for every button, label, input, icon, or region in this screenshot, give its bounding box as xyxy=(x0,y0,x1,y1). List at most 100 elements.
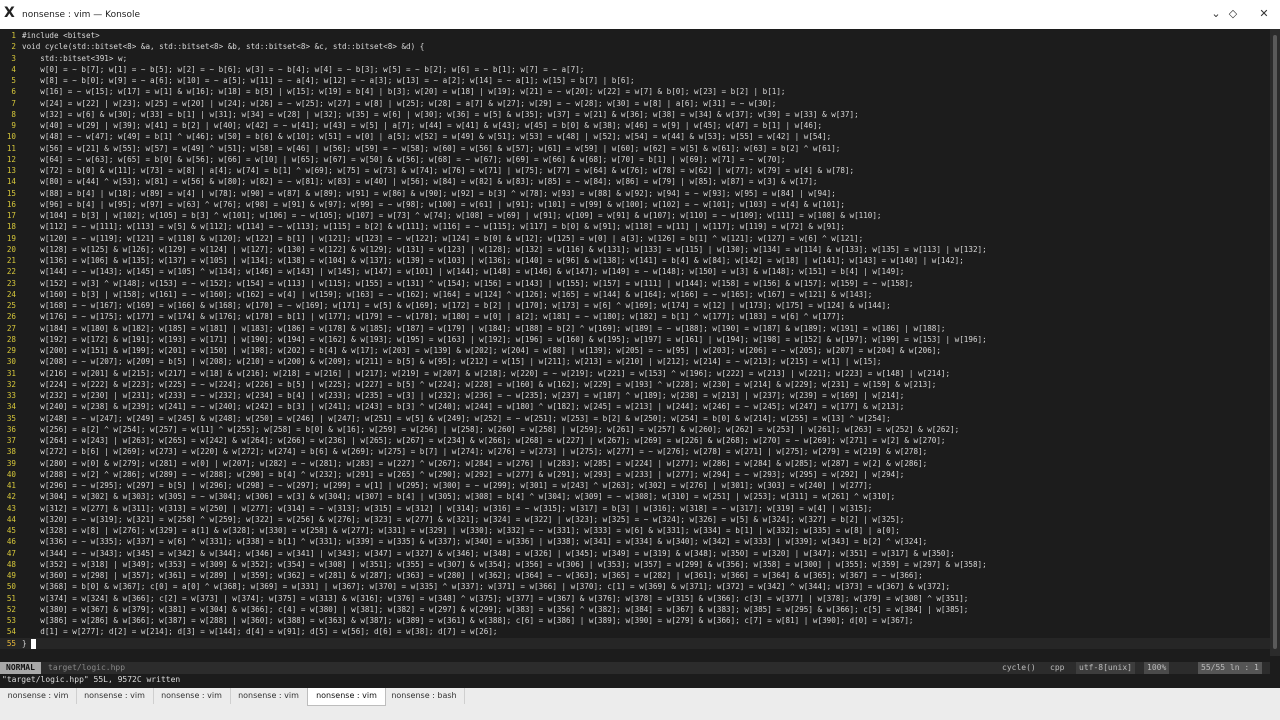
close-icon[interactable]: ✕ xyxy=(1256,7,1272,21)
konsole-tab[interactable]: nonsense : bash xyxy=(384,688,465,704)
code-line[interactable]: 34 w[240] = w[238] & w[239]; w[241] = ~ … xyxy=(0,401,1270,412)
line-text: w[160] = b[3] | w[158]; w[161] = ~ w[160… xyxy=(22,289,873,299)
code-line[interactable]: 43 w[312] = w[277] & w[311]; w[313] = w[… xyxy=(0,503,1270,514)
code-line[interactable]: 8 w[32] = w[6] & w[30]; w[33] = b[1] | w… xyxy=(0,109,1270,120)
code-line[interactable]: 50 w[368] = b[0] & w[367]; c[0] = a[0] ^… xyxy=(0,581,1270,592)
code-line[interactable]: 38 w[272] = b[6] | w[269]; w[273] = w[22… xyxy=(0,446,1270,457)
line-number: 52 xyxy=(6,604,16,614)
konsole-tab[interactable]: nonsense : vim xyxy=(230,688,308,704)
code-line[interactable]: 25 w[168] = ~ w[167]; w[169] = w[166] & … xyxy=(0,300,1270,311)
code-line[interactable]: 54 d[1] = w[277]; d[2] = w[214]; d[3] = … xyxy=(0,626,1270,637)
maximize-icon[interactable]: ◇ xyxy=(1225,7,1241,21)
code-line[interactable]: 7 w[24] = w[22] | w[23]; w[25] = w[20] |… xyxy=(0,98,1270,109)
code-line[interactable]: 49 w[360] = w[298] | w[357]; w[361] = w[… xyxy=(0,570,1270,581)
line-number: 10 xyxy=(6,132,16,142)
code-line[interactable]: 55} xyxy=(0,637,1270,649)
code-line[interactable]: 29 w[200] = w[151] & w[199]; w[201] = w[… xyxy=(0,345,1270,356)
konsole-app-icon: X xyxy=(4,5,15,21)
vertical-scrollbar[interactable] xyxy=(1270,29,1280,656)
line-number: 45 xyxy=(6,526,16,535)
konsole-tab[interactable]: nonsense : vim xyxy=(76,688,154,704)
code-line[interactable]: 14 w[80] = w[44] ^ w[53]; w[81] = w[56] … xyxy=(0,176,1270,187)
code-line[interactable]: 19 w[120] = ~ w[119]; w[121] = w[118] & … xyxy=(0,233,1270,244)
line-number: 23 xyxy=(6,278,16,288)
code-line[interactable]: 1 #include <bitset> xyxy=(0,30,1270,41)
code-line[interactable]: 23 w[152] = w[3] ^ w[148]; w[153] = ~ w[… xyxy=(0,278,1270,289)
line-number: 18 xyxy=(6,222,16,232)
code-line[interactable]: 40 w[288] = w[2] ^ w[286]; w[289] = ~ w[… xyxy=(0,469,1270,480)
code-line[interactable]: 44 w[320] = ~ w[319]; w[321] = w[258] ^ … xyxy=(0,514,1270,525)
line-number: 19 xyxy=(6,233,16,243)
code-line[interactable]: 4 w[0] = ~ b[7]; w[1] = ~ b[5]; w[2] = ~… xyxy=(0,64,1270,75)
code-line[interactable]: 53 w[386] = w[286] & w[366]; w[387] = w[… xyxy=(0,615,1270,626)
line-number: 46 xyxy=(6,537,16,547)
code-line[interactable]: 36 w[256] = a[2] ^ w[254]; w[257] = w[11… xyxy=(0,424,1270,435)
line-number: 34 xyxy=(6,402,16,412)
code-line[interactable]: 21 w[136] = w[106] & w[135]; w[137] = w[… xyxy=(0,255,1270,266)
code-line[interactable]: 24 w[160] = b[3] | w[158]; w[161] = ~ w[… xyxy=(0,289,1270,300)
code-line[interactable]: 2 void cycle(std::bitset<8> &a, std::bits… xyxy=(0,41,1270,52)
code-line[interactable]: 16 w[96] = b[4] | w[95]; w[97] = w[63] ^… xyxy=(0,199,1270,210)
code-line[interactable]: 15 w[88] = b[4] | w[18]; w[89] = w[4] | … xyxy=(0,188,1270,199)
code-line[interactable]: 45 w[328] = w[8] | w[276]; w[329] = a[1]… xyxy=(0,525,1270,536)
code-line[interactable]: 39 w[280] = w[0] & w[279]; w[281] = w[0]… xyxy=(0,458,1270,469)
konsole-tab[interactable]: nonsense : vim xyxy=(153,688,231,704)
line-text: w[96] = b[4] | w[95]; w[97] = w[63] ^ w[… xyxy=(22,199,845,209)
line-text: w[80] = w[44] ^ w[53]; w[81] = w[56] & w… xyxy=(22,177,818,187)
code-line[interactable]: 30 w[208] = ~ w[207]; w[209] = b[5] | w[… xyxy=(0,356,1270,367)
code-line[interactable]: 20 w[128] = w[125] & w[126]; w[129] = w[… xyxy=(0,244,1270,255)
code-line[interactable]: 33 w[232] = w[230] | w[231]; w[233] = ~ … xyxy=(0,390,1270,401)
line-text: w[136] = w[106] & w[135]; w[137] = w[105… xyxy=(22,256,964,265)
line-number: 29 xyxy=(6,346,16,355)
code-line[interactable]: 42 w[304] = w[302] & w[303]; w[305] = ~ … xyxy=(0,491,1270,502)
konsole-tab[interactable]: nonsense : vim xyxy=(307,688,386,706)
code-line[interactable]: 10 w[48] = ~ w[47]; w[49] = b[1] ^ w[46]… xyxy=(0,131,1270,142)
code-line[interactable]: 35 w[248] = ~ w[247]; w[249] = w[245] & … xyxy=(0,413,1270,424)
line-number: 3 xyxy=(11,53,16,63)
line-text: w[264] = w[243] | w[263]; w[265] = w[242… xyxy=(22,436,946,445)
code-line[interactable]: 17 w[104] = b[3] | w[102]; w[105] = b[3]… xyxy=(0,210,1270,221)
code-line[interactable]: 37 w[264] = w[243] | w[263]; w[265] = w[… xyxy=(0,435,1270,446)
line-text: w[128] = w[125] & w[126]; w[129] = w[124… xyxy=(22,244,987,254)
code-line[interactable]: 3 std::bitset<391> w; xyxy=(0,53,1270,64)
code-line[interactable]: 32 w[224] = w[222] & w[223]; w[225] = ~ … xyxy=(0,379,1270,390)
code-line[interactable]: 18 w[112] = ~ w[111]; w[113] = w[5] & w[… xyxy=(0,221,1270,232)
line-number: 39 xyxy=(6,458,16,468)
scroll-percent: 100% xyxy=(1144,662,1170,674)
line-number: 11 xyxy=(6,143,16,153)
line-number: 13 xyxy=(6,166,16,175)
konsole-tab[interactable]: nonsense : vim xyxy=(0,688,77,704)
line-number: 30 xyxy=(6,357,16,367)
code-line[interactable]: 31 w[216] = w[201] & w[215]; w[217] = w[… xyxy=(0,368,1270,379)
scrollbar-thumb[interactable] xyxy=(1273,35,1277,649)
code-line[interactable]: 9 w[40] = w[29] | w[39]; w[41] = b[2] | … xyxy=(0,120,1270,131)
code-line[interactable]: 47 w[344] = ~ w[343]; w[345] = w[342] & … xyxy=(0,548,1270,559)
line-number: 55 xyxy=(6,638,16,648)
line-text: std::bitset<391> w; xyxy=(22,53,128,63)
vim-editor[interactable]: 1 #include <bitset> 2 void cycle(std::bitse… xyxy=(0,29,1270,656)
line-text: w[192] = w[172] & w[191]; w[193] = w[171… xyxy=(22,334,987,344)
line-number: 8 xyxy=(11,109,16,119)
code-line[interactable]: 13 w[72] = b[0] & w[11]; w[73] = w[8] | … xyxy=(0,165,1270,176)
line-text: w[386] = w[286] & w[366]; w[387] = w[288… xyxy=(22,616,914,625)
code-line[interactable]: 26 w[176] = ~ w[175]; w[177] = w[174] & … xyxy=(0,311,1270,322)
code-line[interactable]: 12 w[64] = ~ w[63]; w[65] = b[0] & w[56]… xyxy=(0,154,1270,165)
code-line[interactable]: 46 w[336] = ~ w[335]; w[337] = w[6] ^ w[… xyxy=(0,536,1270,547)
code-line[interactable]: 41 w[296] = ~ w[295]; w[297] = b[5] | w[… xyxy=(0,480,1270,491)
line-text: w[336] = ~ w[335]; w[337] = w[6] ^ w[331… xyxy=(22,537,928,547)
code-line[interactable]: 48 w[352] = w[318] | w[349]; w[353] = w[… xyxy=(0,559,1270,570)
code-line[interactable]: 51 w[374] = w[324] & w[366]; c[2] = w[37… xyxy=(0,593,1270,604)
code-line[interactable]: 11 w[56] = w[21] & w[55]; w[57] = w[49] … xyxy=(0,143,1270,154)
line-text: w[232] = w[230] | w[231]; w[233] = ~ w[2… xyxy=(22,391,905,400)
code-line[interactable]: 52 w[380] = w[367] & w[379]; w[381] = w[… xyxy=(0,604,1270,615)
minimize-icon[interactable]: ⌄ xyxy=(1208,7,1224,21)
line-number: 17 xyxy=(6,211,16,220)
vim-command-line[interactable]: "target/logic.hpp" 55L, 9572C written xyxy=(0,674,1272,686)
line-text: d[1] = w[277]; d[2] = w[214]; d[3] = w[1… xyxy=(22,627,498,637)
code-line[interactable]: 27 w[184] = w[180] & w[182]; w[185] = w[… xyxy=(0,323,1270,334)
line-number: 9 xyxy=(11,121,16,130)
code-line[interactable]: 5 w[8] = ~ b[0]; w[9] = ~ a[6]; w[10] = … xyxy=(0,75,1270,86)
code-line[interactable]: 22 w[144] = ~ w[143]; w[145] = w[105] ^ … xyxy=(0,266,1270,277)
code-line[interactable]: 6 w[16] = ~ w[15]; w[17] = w[1] & w[16];… xyxy=(0,86,1270,97)
code-line[interactable]: 28 w[192] = w[172] & w[191]; w[193] = w[… xyxy=(0,334,1270,345)
